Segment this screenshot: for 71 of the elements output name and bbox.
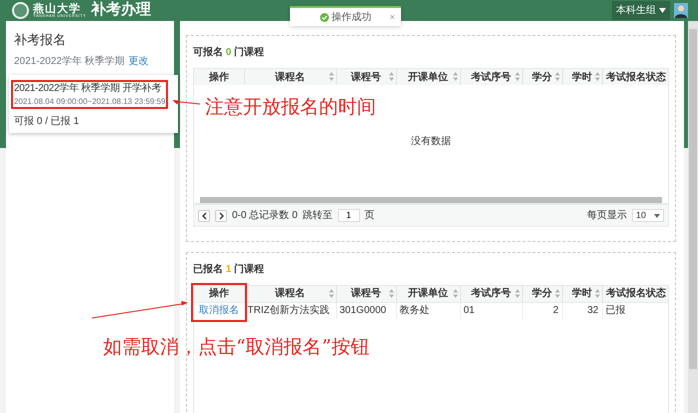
- toast-message: 操作成功: [332, 10, 372, 24]
- sort-icon[interactable]: [594, 72, 600, 81]
- table-cell: 301G0000: [336, 302, 396, 319]
- horizontal-scrollbar[interactable]: [200, 197, 662, 203]
- per-page-select[interactable]: 10: [632, 209, 664, 222]
- university-logo-text: 燕山大学: [33, 3, 81, 14]
- annotation-arrow: [172, 100, 200, 104]
- page-unit: 页: [364, 209, 375, 223]
- table-cell: 32: [562, 302, 602, 319]
- next-page-button[interactable]: [215, 210, 227, 222]
- column-header[interactable]: 学分: [522, 69, 562, 85]
- chevron-right-icon: [218, 212, 224, 220]
- sort-icon[interactable]: [328, 72, 334, 81]
- sort-icon[interactable]: [554, 72, 560, 81]
- exam-counts: 可报 0 / 已报 1: [14, 114, 80, 128]
- chevron-left-icon: [202, 212, 206, 220]
- exam-card[interactable]: 2021-2022学年 秋季学期 开学补考 2021.08.04 09:00:00~2021.08.13 23:59:59 可报 0 / 已报 1: [9, 74, 178, 132]
- page-input[interactable]: 1: [338, 209, 360, 222]
- term-label: 2021-2022学年 秋季学期: [14, 54, 125, 68]
- sidebar-title: 补考报名: [14, 31, 67, 49]
- user-menu-button[interactable]: 本科生组: [612, 1, 670, 20]
- column-header: 考试报名状态: [602, 286, 668, 302]
- record-count: 0-0 总记录数 0: [232, 208, 298, 223]
- prev-page-button[interactable]: [198, 210, 210, 222]
- column-header[interactable]: 考试序号: [460, 286, 522, 302]
- column-header[interactable]: 课程号: [336, 69, 396, 85]
- check-circle-icon: [320, 12, 328, 22]
- caret-icon: [659, 8, 666, 13]
- sort-icon[interactable]: [514, 72, 520, 81]
- exam-period: 2021.08.04 09:00:00~2021.08.13 23:59:59: [14, 96, 166, 106]
- jump-label: 跳转至: [302, 208, 333, 223]
- sort-icon[interactable]: [594, 289, 600, 298]
- highlight-frame: [191, 283, 247, 322]
- column-header[interactable]: 课程名: [244, 286, 336, 302]
- column-header[interactable]: 开课单位: [396, 69, 460, 85]
- sort-icon[interactable]: [388, 72, 394, 81]
- column-header[interactable]: 学时: [562, 286, 602, 302]
- university-seal-icon: [12, 2, 29, 19]
- section-heading: 已报名 1 门课程: [193, 262, 266, 277]
- sort-icon[interactable]: [514, 289, 520, 298]
- column-header[interactable]: 课程名: [244, 69, 336, 85]
- section-heading: 可报名 0 门课程: [193, 45, 266, 60]
- vertical-scrollbar[interactable]: [688, 21, 698, 413]
- sort-icon[interactable]: [452, 72, 458, 81]
- table-cell: 教务处: [396, 302, 460, 319]
- change-term-link[interactable]: 更改: [128, 54, 149, 68]
- column-header: 考试报名状态: [602, 69, 668, 85]
- column-header[interactable]: 学时: [562, 69, 602, 85]
- avatar-icon[interactable]: [674, 3, 688, 18]
- table-cell: 已报: [602, 302, 668, 319]
- column-header: 操作: [194, 286, 244, 302]
- app-title: 补考办理: [91, 0, 152, 20]
- column-header[interactable]: 课程号: [336, 286, 396, 302]
- column-header[interactable]: 开课单位: [396, 286, 460, 302]
- cancel-registration-link[interactable]: 取消报名: [198, 305, 239, 316]
- exam-card-title: 2021-2022学年 秋季学期 开学补考: [14, 82, 162, 94]
- per-page-label: 每页显示: [587, 209, 627, 223]
- caret-icon: [654, 214, 660, 218]
- column-header: 操作: [194, 69, 244, 85]
- column-header[interactable]: 考试序号: [460, 69, 522, 85]
- sort-icon[interactable]: [328, 289, 334, 298]
- table-cell: TRIZ创新方法实践: [244, 302, 336, 319]
- sort-icon[interactable]: [388, 289, 394, 298]
- sort-icon[interactable]: [452, 289, 458, 298]
- table-cell: 2: [522, 302, 562, 319]
- column-header[interactable]: 学分: [522, 286, 562, 302]
- annotation-text: 注意开放报名的时间: [205, 96, 376, 119]
- sort-icon[interactable]: [554, 289, 560, 298]
- empty-message: 没有数据: [411, 134, 451, 148]
- table-cell: 01: [460, 302, 522, 319]
- annotation-text: 如需取消，点击“取消报名”按钮: [103, 336, 370, 359]
